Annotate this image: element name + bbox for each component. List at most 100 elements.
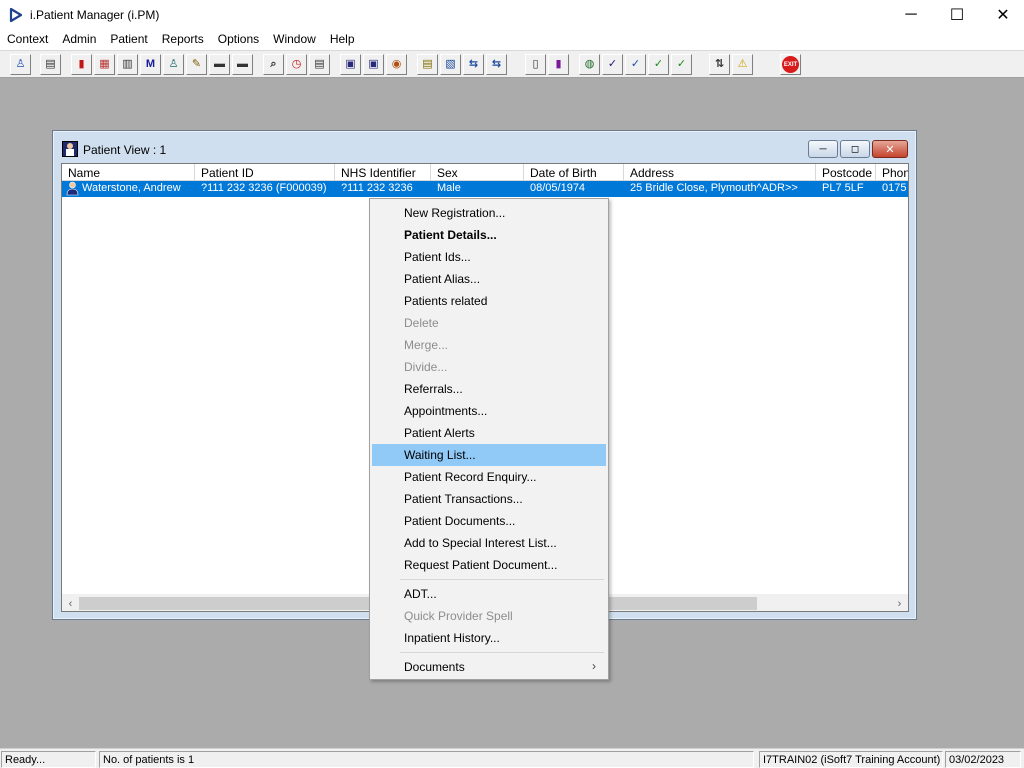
toolbar-button-note[interactable]: ▤: [417, 54, 438, 75]
toolbar-button-checklist-green[interactable]: ✓: [648, 54, 669, 75]
toolbar-button-screen[interactable]: ▣: [340, 54, 361, 75]
toolbar-button-document[interactable]: ▥: [117, 54, 138, 75]
menu-admin[interactable]: Admin: [55, 30, 103, 49]
toolbar-button-list[interactable]: ▤: [309, 54, 330, 75]
clock-icon: ◷: [291, 58, 302, 70]
menu-separator: [400, 652, 604, 653]
swap-icon: ⇅: [714, 58, 725, 70]
transfer-icon: ⇆: [468, 58, 479, 70]
menu-item-inpatient-history[interactable]: Inpatient History...: [372, 627, 606, 649]
menu-item-documents[interactable]: Documents ›: [372, 656, 606, 678]
status-account: I7TRAIN02 (iSoft7 Training Account): [759, 751, 943, 768]
toolbar-button-printer[interactable]: ▤: [40, 54, 61, 75]
menu-item-patient-alias[interactable]: Patient Alias...: [372, 268, 606, 290]
menu-item-patient-alerts[interactable]: Patient Alerts: [372, 422, 606, 444]
menu-item-add-special-interest[interactable]: Add to Special Interest List...: [372, 532, 606, 554]
menu-item-patient-ids[interactable]: Patient Ids...: [372, 246, 606, 268]
patient-view-title: Patient View : 1: [83, 143, 167, 157]
minimize-button[interactable]: ─: [888, 0, 934, 30]
column-address[interactable]: Address: [624, 164, 816, 181]
column-nhs-identifier[interactable]: NHS Identifier: [335, 164, 431, 181]
m-icon: M: [145, 58, 156, 70]
patient-icon: ♙: [15, 58, 26, 70]
checklist-icon: ✓: [607, 58, 618, 70]
doctor-icon: ♙: [168, 58, 179, 70]
bed-icon: ▬: [214, 58, 225, 70]
column-postcode[interactable]: Postcode: [816, 164, 876, 181]
menu-item-patient-record-enquiry[interactable]: Patient Record Enquiry...: [372, 466, 606, 488]
child-maximize-button[interactable]: ◻: [840, 140, 870, 158]
toolbar-button-clock[interactable]: ◷: [286, 54, 307, 75]
menu-item-waiting-list[interactable]: Waiting List...: [372, 444, 606, 466]
document-icon: ▥: [122, 58, 133, 70]
column-patient-id[interactable]: Patient ID: [195, 164, 335, 181]
patient-row-icon: [66, 181, 79, 196]
list-header: Name Patient ID NHS Identifier Sex Date …: [62, 164, 908, 181]
cell-nhs-identifier: ?111 232 3236: [341, 182, 413, 194]
note-search-icon: ▧: [445, 58, 456, 70]
toolbar-button-exit[interactable]: EXIT: [780, 54, 801, 75]
printer-icon: ▤: [45, 58, 56, 70]
toolbar-button-bar-chart[interactable]: ▮: [548, 54, 569, 75]
column-phone[interactable]: Phon: [876, 164, 908, 181]
search-document-icon: ⌕: [270, 58, 277, 70]
toolbar-button-checklist[interactable]: ✓: [602, 54, 623, 75]
column-name[interactable]: Name: [62, 164, 195, 181]
status-date: 03/02/2023: [945, 751, 1021, 768]
toolbar-button-book[interactable]: ▮: [71, 54, 92, 75]
child-close-button[interactable]: ✕: [872, 140, 908, 158]
toolbar-button-page[interactable]: ▯: [525, 54, 546, 75]
close-button[interactable]: ✕: [980, 0, 1024, 30]
menu-reports[interactable]: Reports: [155, 30, 211, 49]
toolbar-button-m[interactable]: M: [140, 54, 161, 75]
note-icon: ▤: [422, 58, 433, 70]
toolbar-button-checklist-blue[interactable]: ✓: [625, 54, 646, 75]
toolbar-button-screen-edit[interactable]: ▣: [363, 54, 384, 75]
toolbar-button-bed-alt[interactable]: ▬: [232, 54, 253, 75]
menu-item-merge: Merge...: [404, 338, 449, 352]
menu-patient[interactable]: Patient: [103, 30, 154, 49]
menu-item-patient-documents[interactable]: Patient Documents...: [372, 510, 606, 532]
toolbar-button-search-document[interactable]: ⌕: [263, 54, 284, 75]
menu-item-new-registration[interactable]: New Registration...: [372, 202, 606, 224]
toolbar-button-bed[interactable]: ▬: [209, 54, 230, 75]
toolbar-button-compass[interactable]: ◉: [386, 54, 407, 75]
menu-separator: [400, 579, 604, 580]
play-triangle-icon: [9, 7, 23, 23]
toolbar-button-checklist-arrow[interactable]: ✓: [671, 54, 692, 75]
menu-item-referrals[interactable]: Referrals...: [372, 378, 606, 400]
scroll-right-button[interactable]: ›: [891, 595, 908, 611]
status-patient-count: No. of patients is 1: [99, 751, 754, 768]
menu-item-appointments[interactable]: Appointments...: [372, 400, 606, 422]
menu-context[interactable]: Context: [0, 30, 55, 49]
toolbar-button-patient[interactable]: ♙: [10, 54, 31, 75]
toolbar-button-transfer-search[interactable]: ⇆: [486, 54, 507, 75]
toolbar-button-doctor[interactable]: ♙: [163, 54, 184, 75]
cell-postcode: PL7 5LF: [822, 182, 864, 194]
menu-item-patient-transactions[interactable]: Patient Transactions...: [372, 488, 606, 510]
column-date-of-birth[interactable]: Date of Birth: [524, 164, 624, 181]
menu-item-request-patient-document[interactable]: Request Patient Document...: [372, 554, 606, 576]
menu-item-patients-related[interactable]: Patients related: [372, 290, 606, 312]
toolbar-button-warning[interactable]: ⚠: [732, 54, 753, 75]
child-minimize-button[interactable]: ─: [808, 140, 838, 158]
toolbar-button-transfer[interactable]: ⇆: [463, 54, 484, 75]
table-row[interactable]: Waterstone, Andrew ?111 232 3236 (F00003…: [62, 181, 908, 197]
compass-icon: ◉: [391, 58, 402, 70]
toolbar-button-note-search[interactable]: ▧: [440, 54, 461, 75]
menu-options[interactable]: Options: [211, 30, 266, 49]
column-sex[interactable]: Sex: [431, 164, 524, 181]
menu-window[interactable]: Window: [266, 30, 323, 49]
menu-item-adt[interactable]: ADT...: [372, 583, 606, 605]
title-bar: i.Patient Manager (i.PM) ─ ☐ ✕: [0, 0, 1024, 30]
menu-item-patient-details[interactable]: Patient Details...: [372, 224, 606, 246]
toolbar-button-globe[interactable]: ◍: [579, 54, 600, 75]
toolbar-button-folders[interactable]: ▦: [94, 54, 115, 75]
scroll-left-button[interactable]: ‹: [62, 595, 79, 611]
menu-help[interactable]: Help: [323, 30, 362, 49]
cell-sex: Male: [437, 182, 461, 194]
toolbar-button-notepad[interactable]: ✎: [186, 54, 207, 75]
cell-phone: 0175: [882, 182, 907, 194]
toolbar-button-swap[interactable]: ⇅: [709, 54, 730, 75]
maximize-button[interactable]: ☐: [934, 0, 980, 30]
